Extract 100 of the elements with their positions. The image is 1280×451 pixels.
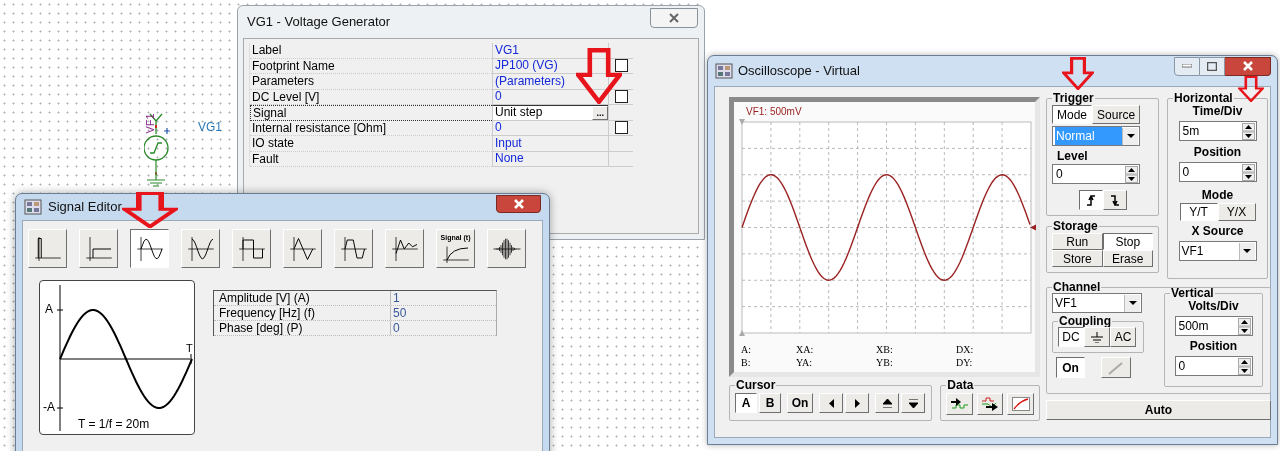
checkbox[interactable] <box>614 59 628 73</box>
close-icon <box>1241 61 1254 71</box>
field-label: X Source <box>1191 224 1244 239</box>
field-label: Mode <box>1201 188 1234 203</box>
sweep-mode-button[interactable]: Y/X <box>1217 203 1256 221</box>
period-label: T <box>186 343 193 354</box>
app-icon <box>715 63 733 79</box>
channel-scale-label: VF1: 500mV <box>745 106 803 118</box>
cursor-readout: YB: <box>876 356 894 369</box>
right-triangle-icon <box>852 398 862 408</box>
parameter-value[interactable]: 0 <box>391 321 400 335</box>
parameter-value[interactable]: 1 <box>391 291 400 305</box>
property-value[interactable]: Unit step <box>493 105 543 121</box>
browse-button[interactable]: ... <box>592 105 608 120</box>
property-name[interactable]: Fault <box>250 151 492 167</box>
probe-button[interactable] <box>1101 357 1131 378</box>
amplitude-label: A <box>45 303 53 315</box>
dropdown-caret-icon[interactable] <box>1122 127 1138 145</box>
move-up-button[interactable] <box>875 393 899 413</box>
close-icon <box>512 199 525 209</box>
move-down-button[interactable] <box>901 393 925 413</box>
property-value[interactable]: Input <box>493 135 522 151</box>
channel-dropdown[interactable]: VF1 <box>1052 293 1142 313</box>
volts-per-division-field[interactable]: 500m <box>1174 316 1253 336</box>
sweep-mode-button[interactable]: Y/T <box>1179 203 1218 221</box>
property-value[interactable]: JP100 (VG) <box>493 58 558 74</box>
property-value[interactable]: None <box>493 151 524 167</box>
cursor-button[interactable]: On <box>787 393 813 413</box>
property-value[interactable]: VG1 <box>493 42 519 58</box>
app-icon <box>24 199 42 215</box>
edge-button[interactable] <box>1078 190 1103 210</box>
trigger-level-field[interactable]: 0 <box>1052 164 1140 184</box>
waveform-button[interactable] <box>130 229 169 268</box>
property-value[interactable]: 0 <box>493 120 502 136</box>
cursor-button[interactable]: A <box>735 393 757 413</box>
cursor-button[interactable]: B <box>759 393 781 413</box>
checkbox[interactable] <box>614 90 628 104</box>
property-name[interactable]: DC Level [V] <box>250 89 492 105</box>
export-icon <box>949 397 970 411</box>
plot-button[interactable] <box>1007 393 1034 415</box>
cursor-readout: XB: <box>876 343 894 356</box>
field-label: Level <box>1056 149 1089 164</box>
move-right-button[interactable] <box>845 393 869 413</box>
group-title: Trigger <box>1052 92 1095 104</box>
property-name[interactable]: Parameters <box>250 74 492 90</box>
field-label: Volts/Div <box>1188 299 1239 314</box>
import-data-button[interactable] <box>976 393 1004 415</box>
vertical-position-field[interactable]: 0 <box>1174 356 1253 376</box>
property-name[interactable]: Label <box>250 43 492 59</box>
window-title: Signal Editor <box>48 198 122 217</box>
close-icon <box>668 13 680 23</box>
cursor-readout: XA: <box>796 343 815 356</box>
close-button[interactable] <box>1225 56 1271 76</box>
parameter-value[interactable]: 50 <box>391 306 407 320</box>
coupling-button[interactable]: AC <box>1110 327 1136 347</box>
spin-arrows-icon[interactable] <box>1241 122 1255 140</box>
storage-button[interactable]: Stop <box>1102 233 1153 250</box>
left-triangle-icon <box>826 398 836 408</box>
group-title: Coupling <box>1058 315 1112 327</box>
checkbox[interactable] <box>614 121 628 135</box>
cursor-readout: B: <box>741 356 752 369</box>
property-name[interactable]: Internal resistance [Ohm] <box>250 120 492 136</box>
down-arrow-icon <box>122 192 178 228</box>
property-value[interactable]: (Parameters) <box>493 73 565 89</box>
parameter-name: Frequency [Hz] (f) <box>214 306 391 320</box>
down-to-bottom-icon <box>908 398 918 408</box>
property-name[interactable]: Signal <box>250 105 492 121</box>
storage-button[interactable]: Run <box>1052 233 1103 250</box>
export-data-button[interactable] <box>946 393 973 415</box>
coupling-button[interactable]: DC <box>1058 327 1084 347</box>
time-per-division-field[interactable]: 5m <box>1178 121 1257 141</box>
trigger-tab[interactable]: Source <box>1092 105 1141 124</box>
probe-label: VF1 <box>144 113 156 134</box>
field-label: Position <box>1189 339 1238 354</box>
property-name[interactable]: Footprint Name <box>250 58 492 74</box>
property-value[interactable]: 0 <box>493 89 502 105</box>
spin-arrows-icon[interactable] <box>1125 165 1138 183</box>
x-source-dropdown[interactable]: VF1 <box>1178 241 1257 261</box>
maximize-button[interactable] <box>1200 56 1225 76</box>
checkbox-cell <box>608 43 633 59</box>
close-button[interactable] <box>496 195 541 213</box>
spin-arrows-icon[interactable] <box>1237 357 1251 375</box>
trigger-tab[interactable]: Mode <box>1052 105 1093 124</box>
parameter-name: Amplitude [V] (A) <box>214 291 391 305</box>
horizontal-position-field[interactable]: 0 <box>1178 162 1257 182</box>
dropdown-caret-icon[interactable] <box>1124 294 1140 312</box>
cursor-readout: A: <box>741 343 752 356</box>
down-arrow-icon <box>1238 76 1264 102</box>
period-formula: T = 1/f = 20m <box>78 418 150 430</box>
spin-arrows-icon[interactable] <box>1241 163 1255 181</box>
move-left-button[interactable] <box>819 393 843 413</box>
storage-button[interactable]: Erase <box>1102 250 1153 267</box>
group-title: Vertical <box>1170 287 1215 299</box>
spin-arrows-icon[interactable] <box>1237 317 1251 335</box>
auto-button[interactable]: Auto <box>1046 400 1271 420</box>
ground-coupling-button[interactable] <box>1084 327 1110 347</box>
dropdown-caret-icon[interactable] <box>1238 242 1255 260</box>
storage-button[interactable]: Store <box>1052 250 1103 267</box>
channel-on-button[interactable]: On <box>1056 357 1085 378</box>
property-name[interactable]: IO state <box>250 136 492 152</box>
